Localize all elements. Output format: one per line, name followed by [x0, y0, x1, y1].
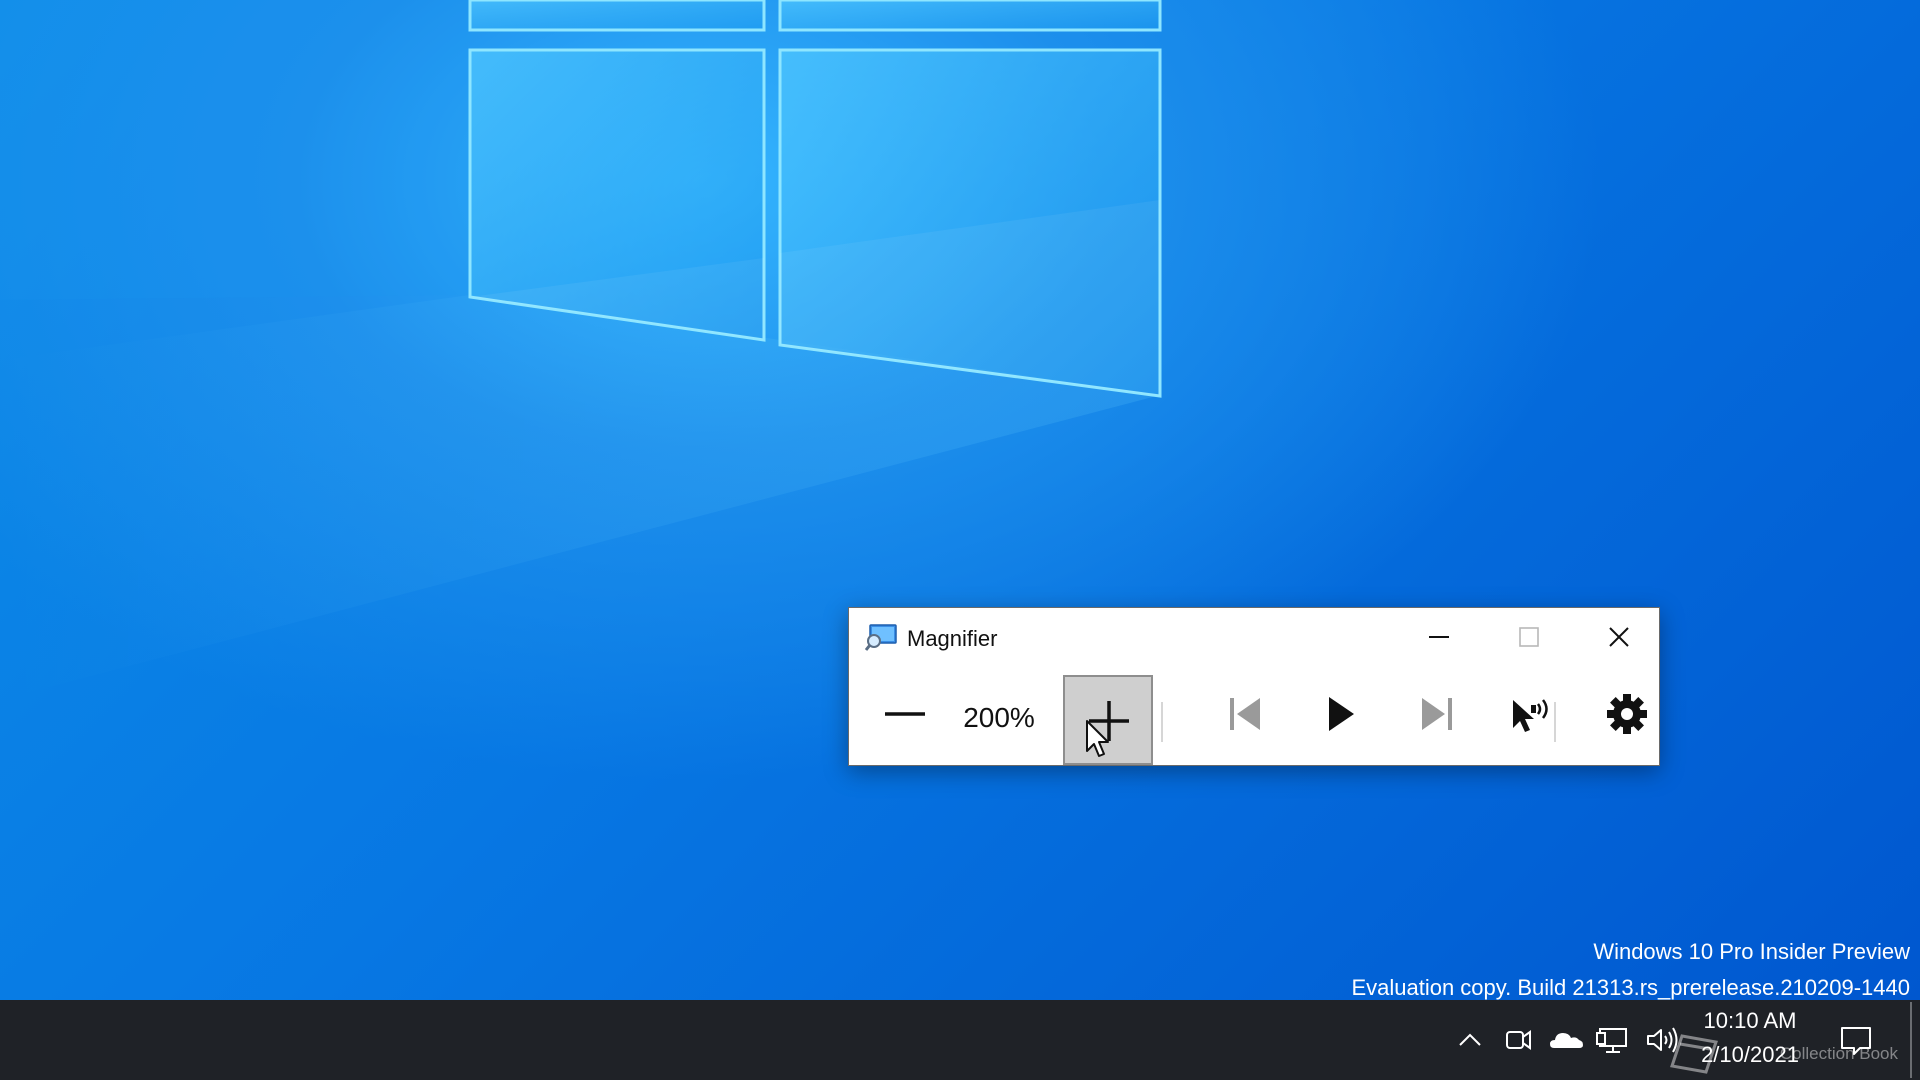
network-icon	[1596, 1028, 1627, 1053]
skip-next-icon	[1422, 698, 1452, 730]
close-icon	[1609, 627, 1629, 647]
show-hidden-icons-button[interactable]	[1450, 1020, 1490, 1060]
onedrive-button[interactable]	[1546, 1020, 1586, 1060]
minimize-icon	[1429, 636, 1449, 638]
play-icon	[1329, 697, 1354, 731]
minus-icon	[885, 712, 925, 716]
toolbar-separator	[1161, 702, 1163, 742]
windows-logo-wallpaper	[0, 0, 1162, 700]
zoom-level-label: 200%	[963, 702, 1035, 733]
minimize-button[interactable]	[1395, 614, 1483, 660]
skip-previous-icon	[1230, 698, 1260, 730]
action-center-icon	[1841, 1027, 1871, 1055]
close-button[interactable]	[1575, 614, 1663, 660]
zoom-out-button[interactable]	[869, 676, 939, 760]
window-title: Magnifier	[907, 626, 998, 651]
read-from-here-icon	[1513, 699, 1548, 732]
network-button[interactable]	[1594, 1020, 1634, 1060]
book-logo-icon	[1670, 1034, 1718, 1074]
evaluation-watermark: Windows 10 Pro Insider Preview Evaluatio…	[1351, 934, 1910, 1006]
desktop	[0, 0, 1920, 1000]
watermark-line-1: Windows 10 Pro Insider Preview	[1593, 939, 1910, 964]
taskbar: 10:10 AM 2/10/2021 Collection Book	[0, 1000, 1920, 1080]
action-center-button[interactable]	[1836, 1020, 1876, 1060]
play-button[interactable]	[1305, 676, 1375, 760]
settings-button[interactable]	[1605, 676, 1661, 760]
read-from-here-button[interactable]	[1497, 676, 1567, 760]
onedrive-cloud-icon	[1550, 1033, 1583, 1048]
toolbar-separator	[1554, 702, 1556, 742]
magnifier-app-icon	[864, 624, 897, 652]
magnifier-toolbar: 200%	[849, 668, 1661, 765]
previous-button[interactable]	[1209, 676, 1279, 760]
title-bar[interactable]: Magnifier	[849, 608, 1659, 664]
maximize-icon	[1519, 627, 1539, 647]
meet-now-button[interactable]	[1498, 1020, 1538, 1060]
show-desktop-button[interactable]	[1910, 1002, 1912, 1078]
next-button[interactable]	[1401, 676, 1471, 760]
meet-now-icon	[1506, 1030, 1531, 1050]
magnifier-window: Magnifier 200%	[848, 607, 1660, 766]
mouse-cursor-icon	[1086, 720, 1109, 757]
zoom-in-button[interactable]	[1063, 675, 1153, 765]
gear-icon	[1607, 694, 1647, 734]
maximize-button[interactable]	[1485, 614, 1573, 660]
chevron-up-icon	[1459, 1033, 1481, 1046]
